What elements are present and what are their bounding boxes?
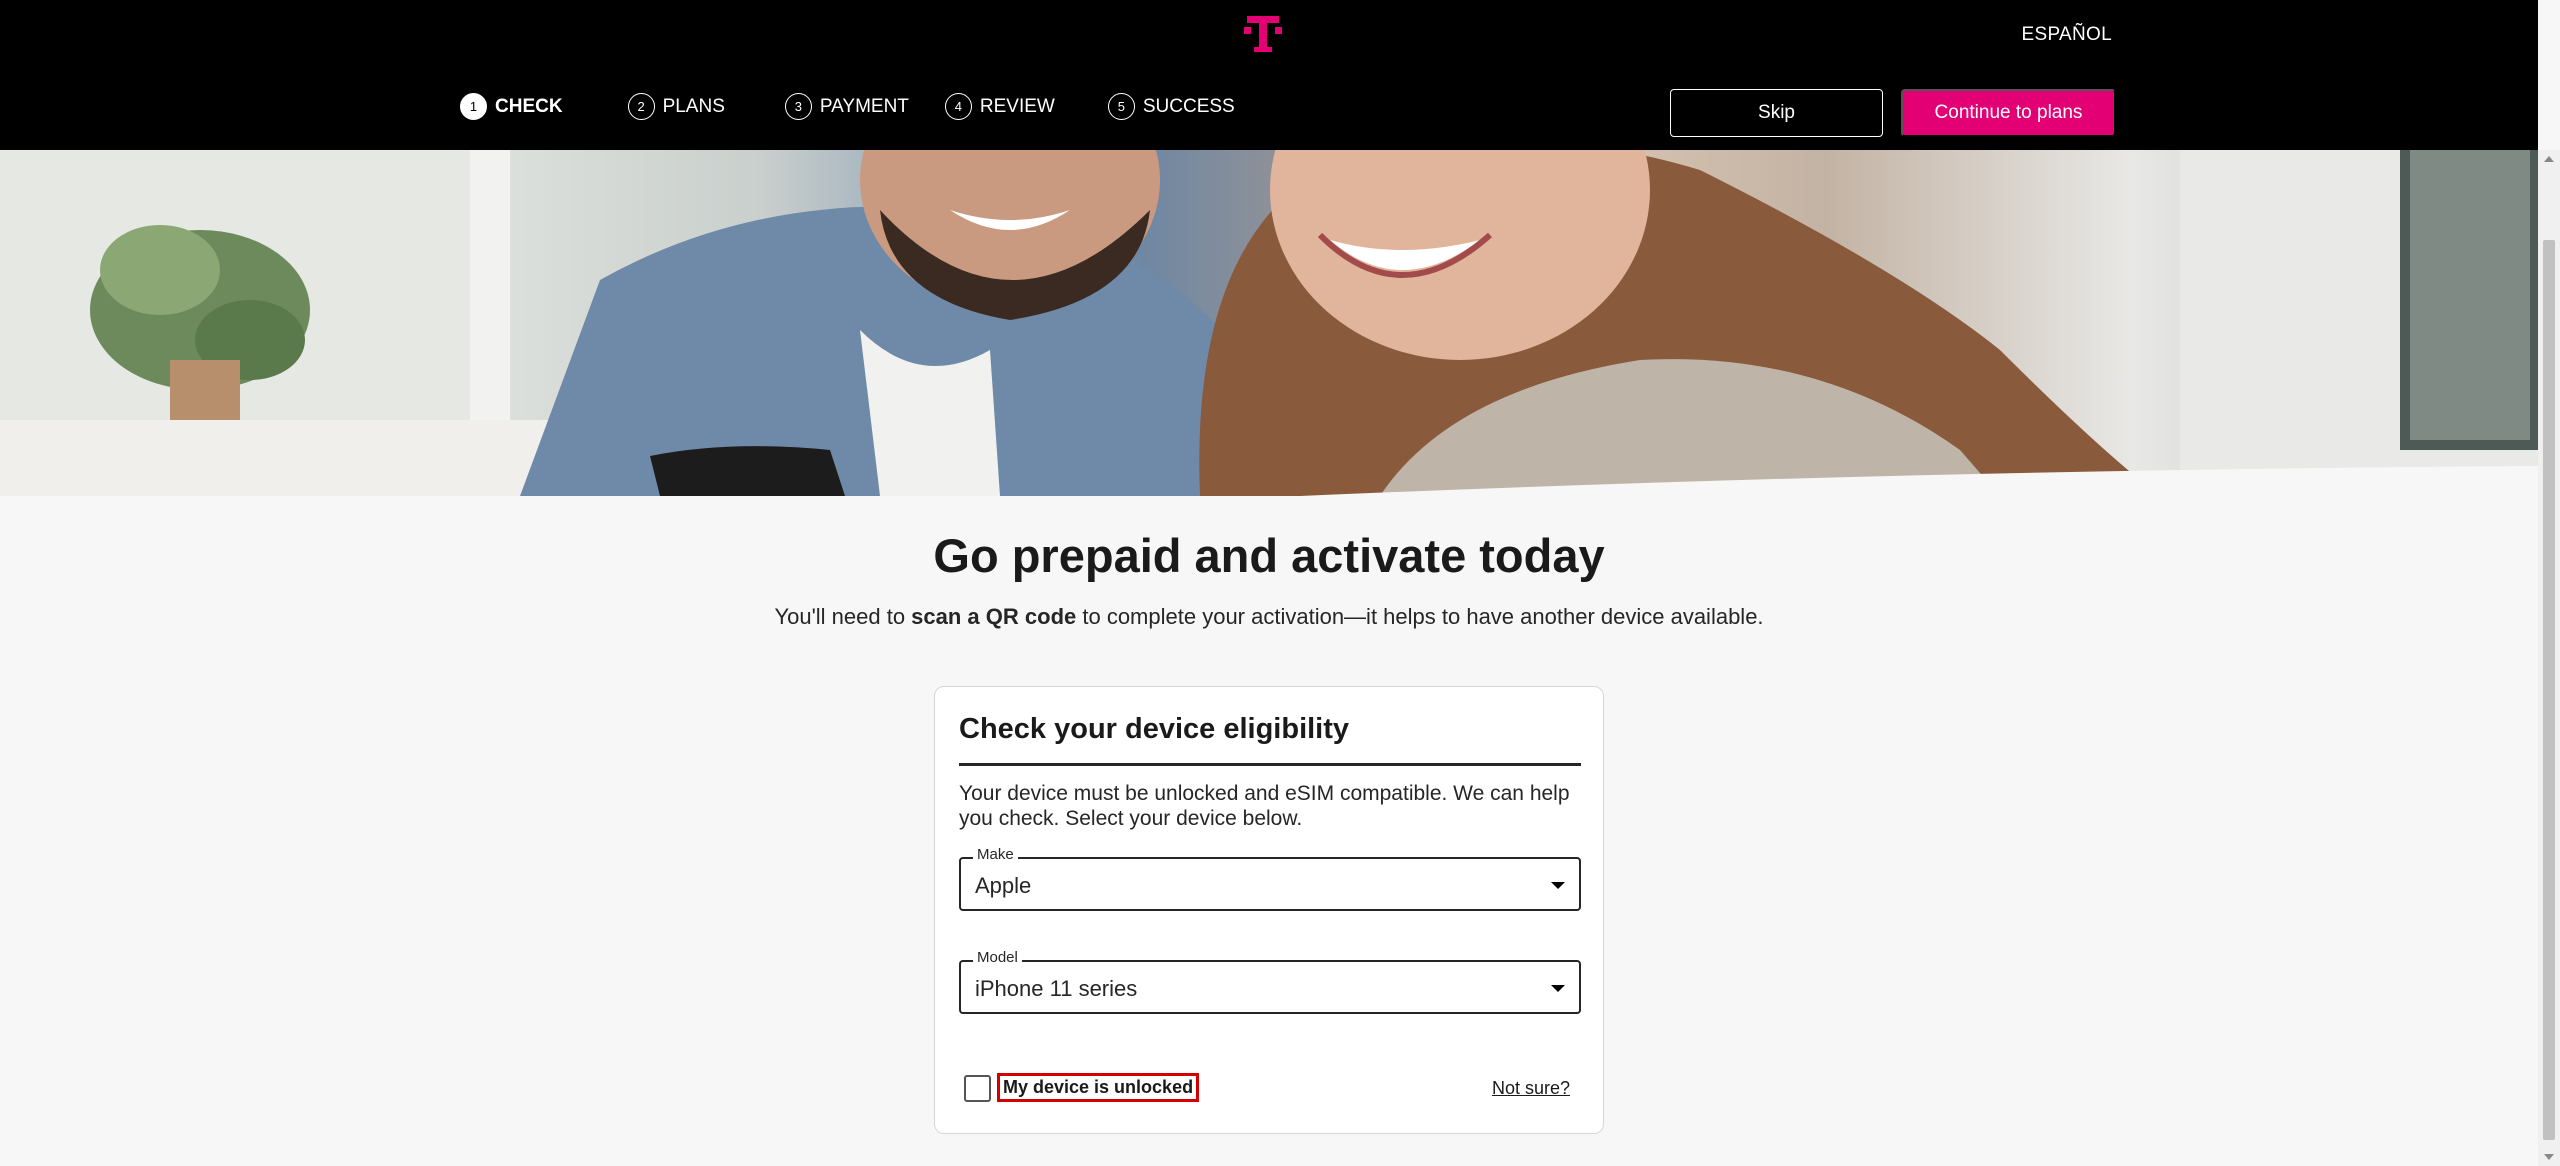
step-success: 5 SUCCESS [1107,93,1235,120]
model-value: iPhone 11 series [975,976,1138,1001]
subline-text: to complete your activation—it helps to … [1076,604,1764,629]
step-label: SUCCESS [1142,95,1235,117]
page-scrollbar[interactable] [2538,150,2560,1166]
step-number: 1 [460,93,487,120]
chevron-down-icon [1551,882,1565,889]
top-header: ESPAÑOL 1 CHECK 2 PLANS 3 PAYMENT 4 REVI… [0,0,2538,150]
scroll-up-icon[interactable] [2544,156,2554,162]
scrollbar-thumb[interactable] [2543,240,2555,1140]
make-label: Make [973,846,1018,863]
step-review: 4 REVIEW [944,93,1055,120]
page-headline: Go prepaid and activate today [933,529,1605,582]
progress-steps: 1 CHECK 2 PLANS 3 PAYMENT 4 REVIEW 5 SUC… [460,93,1235,120]
scroll-down-icon[interactable] [2544,1154,2554,1160]
hero-image [0,150,2538,496]
card-title: Check your device eligibility [959,713,1350,745]
step-label: PLANS [662,95,725,117]
step-number: 3 [784,93,812,120]
hero-photo-illustration [0,150,2538,496]
t-mobile-logo-icon[interactable] [1244,14,1282,54]
step-label: CHECK [495,95,563,117]
step-number: 5 [1107,93,1135,120]
device-unlocked-label[interactable]: My device is unlocked [997,1073,1200,1102]
step-payment: 3 PAYMENT [784,93,909,120]
chevron-down-icon [1551,985,1565,992]
device-unlocked-checkbox[interactable] [964,1075,991,1102]
skip-button[interactable]: Skip [1670,89,1883,137]
subline-text: You'll need to [774,604,912,629]
model-label: Model [973,949,1022,966]
page-subheadline: You'll need to scan a QR code to complet… [0,604,2538,630]
make-value: Apple [975,873,1032,898]
device-eligibility-card: Check your device eligibility Your devic… [934,686,1604,1134]
step-number: 4 [944,93,972,120]
step-label: REVIEW [979,95,1055,117]
step-number: 2 [627,93,655,120]
make-select[interactable]: Make Apple [959,846,1581,911]
divider [959,763,1581,766]
not-sure-link[interactable]: Not sure? [1492,1078,1570,1099]
step-plans: 2 PLANS [627,93,725,120]
card-description: Your device must be unlocked and eSIM co… [959,782,1570,830]
continue-to-plans-button[interactable]: Continue to plans [1901,89,2116,137]
step-check: 1 CHECK [460,93,563,120]
language-toggle-link[interactable]: ESPAÑOL [2022,24,2112,46]
subline-emphasis: scan a QR code [911,604,1077,629]
model-select[interactable]: Model iPhone 11 series [959,949,1581,1014]
step-label: PAYMENT [819,95,909,117]
